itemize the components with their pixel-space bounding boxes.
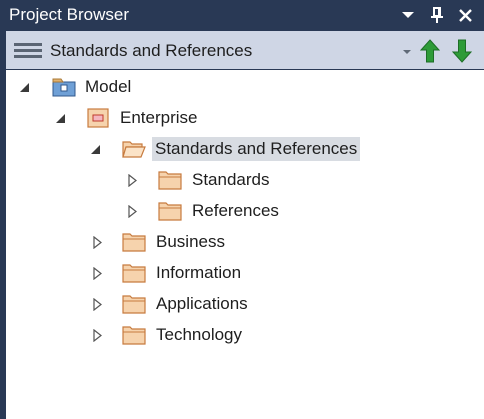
expand-toggle[interactable] — [89, 258, 105, 288]
tree-node-information[interactable]: Information — [6, 258, 306, 288]
folder-icon — [122, 233, 146, 252]
expand-toggle[interactable] — [52, 103, 68, 133]
hamburger-menu-icon[interactable] — [14, 43, 42, 59]
tree-node-standards-and-references[interactable]: Standards and References — [6, 134, 406, 164]
folder-icon — [158, 202, 182, 221]
tree-node-label: Technology — [156, 325, 243, 344]
package-icon — [87, 108, 109, 128]
tree-node-label: Applications — [156, 294, 248, 313]
tree-node-model[interactable]: Model — [6, 72, 306, 102]
collapsed-triangle-icon — [92, 328, 102, 342]
close-button[interactable] — [452, 0, 478, 30]
close-icon — [458, 8, 472, 22]
tree-node-label: Business — [156, 232, 225, 251]
expanded-triangle-icon — [90, 144, 100, 154]
tree-node-references[interactable]: References — [6, 196, 306, 226]
collapsed-triangle-icon — [127, 204, 137, 218]
tree-node-label: Model — [85, 77, 132, 96]
tree-node-business[interactable]: Business — [6, 227, 306, 257]
panel-options-button[interactable] — [395, 0, 421, 30]
panel-title: Project Browser — [9, 5, 129, 24]
collapsed-triangle-icon — [92, 297, 102, 311]
tree-node-label: References — [192, 201, 279, 220]
move-up-icon[interactable] — [420, 39, 440, 63]
expand-toggle[interactable] — [124, 196, 140, 226]
tree-node-technology[interactable]: Technology — [6, 320, 306, 350]
tree-node-label: Enterprise — [120, 108, 198, 127]
title-bar: Project Browser — [0, 0, 484, 30]
folder-icon — [122, 326, 146, 345]
toolbar: Standards and References — [6, 31, 484, 69]
expand-toggle[interactable] — [89, 320, 105, 350]
collapsed-triangle-icon — [92, 266, 102, 280]
open-folder-icon — [122, 141, 146, 158]
tree-node-applications[interactable]: Applications — [6, 289, 306, 319]
folder-icon — [158, 171, 182, 190]
tree-node-label: Information — [156, 263, 242, 282]
expand-toggle[interactable] — [124, 165, 140, 195]
project-browser-panel: Project Browser Standards and References — [0, 0, 484, 419]
tree-node-standards[interactable]: Standards — [6, 165, 306, 195]
project-tree: Model Enterprise Standards and Reference… — [6, 70, 484, 419]
expanded-triangle-icon — [19, 82, 29, 92]
dropdown-icon[interactable] — [400, 41, 414, 61]
pin-button[interactable] — [424, 0, 450, 30]
model-root-icon — [52, 78, 76, 97]
expand-toggle[interactable] — [16, 72, 32, 102]
expanded-triangle-icon — [55, 113, 65, 123]
move-down-icon[interactable] — [452, 39, 472, 63]
folder-icon — [122, 264, 146, 283]
tree-node-label: Standards — [192, 170, 270, 189]
collapsed-triangle-icon — [92, 235, 102, 249]
current-package-label: Standards and References — [50, 41, 253, 60]
pin-icon — [431, 7, 443, 23]
expand-toggle[interactable] — [89, 289, 105, 319]
expand-toggle[interactable] — [87, 134, 103, 164]
chevron-down-icon — [402, 12, 414, 18]
folder-icon — [122, 295, 146, 314]
collapsed-triangle-icon — [127, 173, 137, 187]
tree-node-enterprise[interactable]: Enterprise — [6, 103, 306, 133]
expand-toggle[interactable] — [89, 227, 105, 257]
tree-node-label: Standards and References — [152, 137, 361, 161]
